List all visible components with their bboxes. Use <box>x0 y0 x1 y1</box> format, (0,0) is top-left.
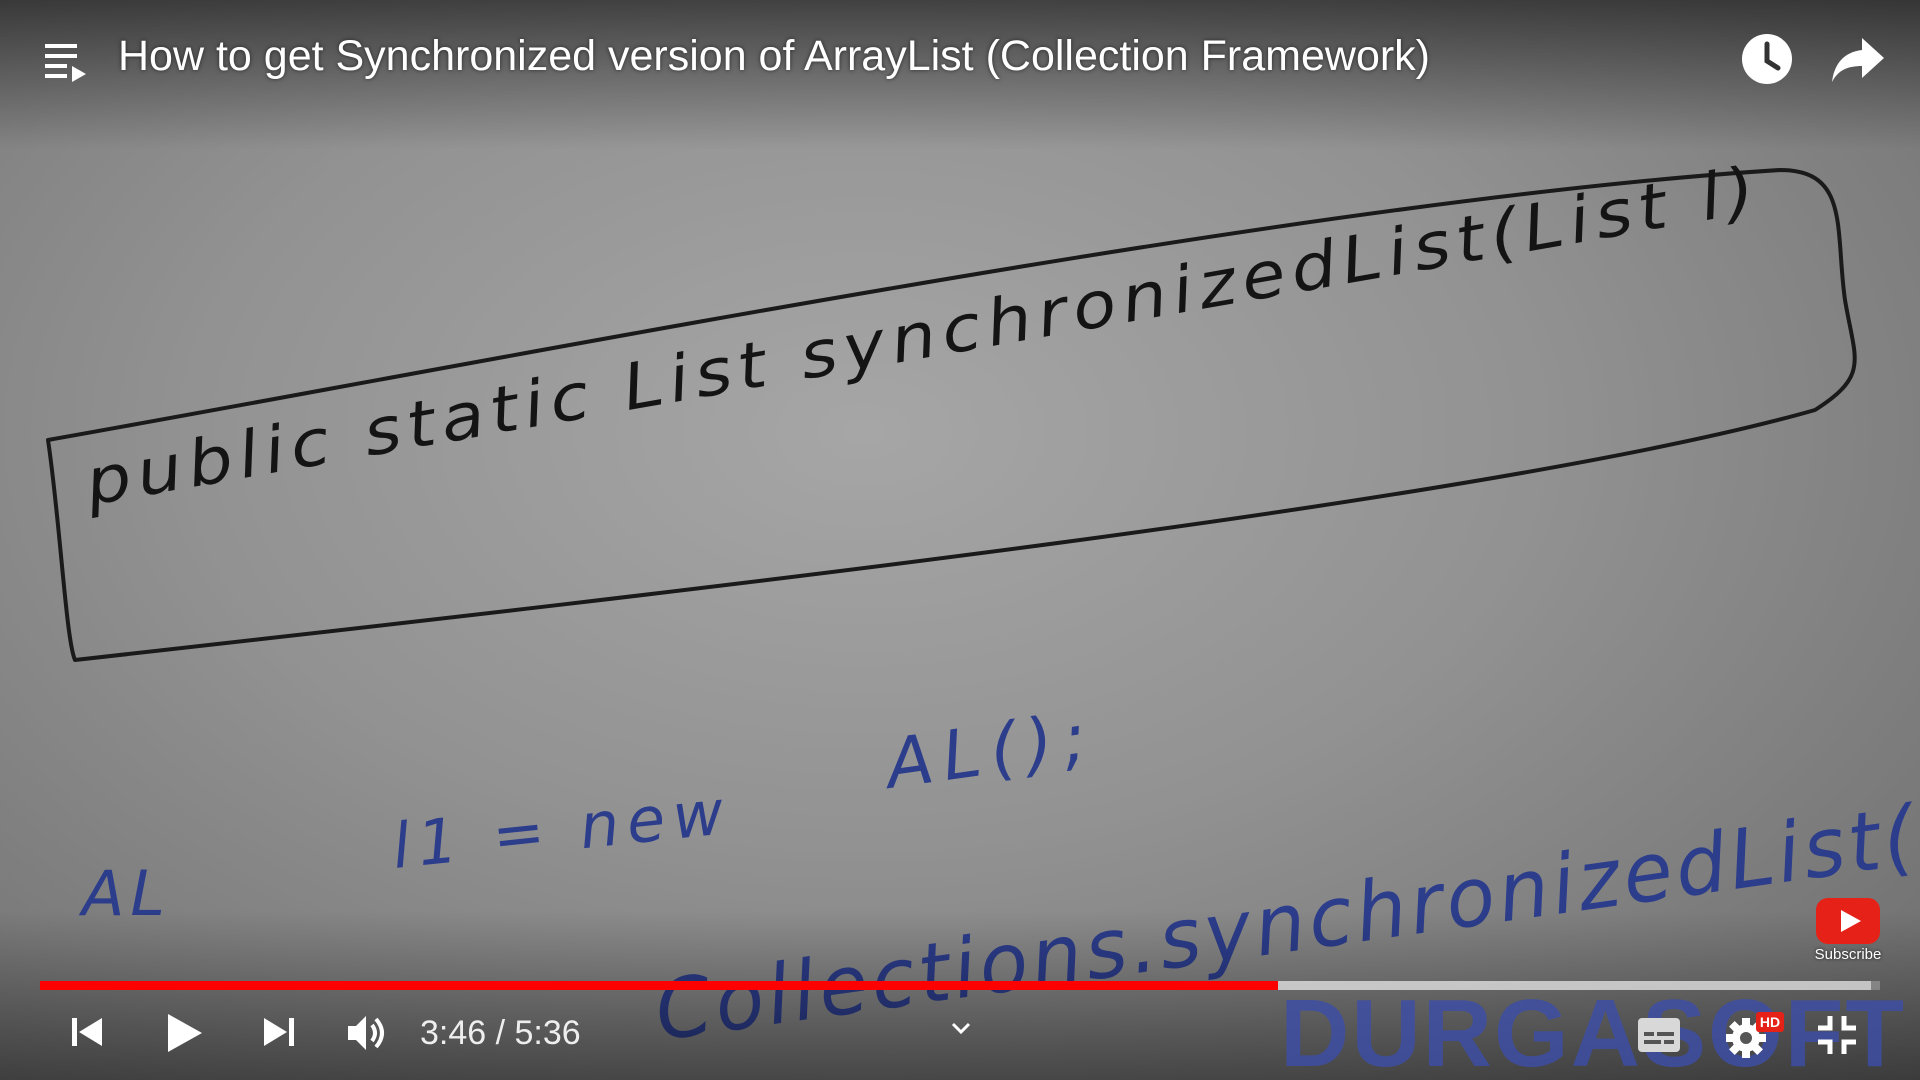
youtube-logo-icon <box>1816 898 1880 944</box>
next-button[interactable] <box>258 1012 298 1052</box>
board-boxed-line: public static List synchronizedList(List… <box>79 153 1767 521</box>
progress-played <box>40 981 1279 990</box>
subscribe-button[interactable]: Subscribe <box>1812 898 1884 968</box>
exit-fullscreen-icon <box>1818 1016 1856 1054</box>
play-button[interactable] <box>162 1010 206 1056</box>
subscribe-label: Subscribe <box>1814 946 1882 963</box>
subtitles-button[interactable] <box>1636 1016 1682 1054</box>
play-icon <box>168 1014 202 1052</box>
previous-button[interactable] <box>68 1012 108 1052</box>
share-icon[interactable] <box>1830 34 1886 84</box>
board-line2-right: AL(); <box>877 697 1100 805</box>
volume-button[interactable] <box>344 1010 390 1056</box>
channel-watermark: DURGASOFT <box>1280 980 1906 1080</box>
subtitles-icon <box>1638 1018 1680 1052</box>
watch-later-icon[interactable] <box>1740 32 1794 86</box>
time-display: 3:46 / 5:36 <box>420 1014 581 1052</box>
video-title[interactable]: How to get Synchronized version of Array… <box>118 32 1430 81</box>
exit-fullscreen-button[interactable] <box>1816 1014 1858 1056</box>
video-player[interactable]: public static List synchronizedList(List… <box>0 0 1920 1080</box>
previous-icon <box>72 1018 102 1046</box>
volume-icon <box>348 1016 384 1050</box>
progress-bar[interactable] <box>40 981 1880 990</box>
chevron-down-icon[interactable] <box>950 1018 972 1038</box>
hd-badge: HD <box>1760 1014 1780 1030</box>
playlist-icon[interactable] <box>40 36 90 86</box>
title-bar: How to get Synchronized version of Array… <box>0 0 1920 120</box>
next-icon <box>264 1018 294 1046</box>
settings-button[interactable]: HD <box>1724 1010 1786 1060</box>
settings-icon: HD <box>1726 1012 1784 1058</box>
board-line2-mid: l1 = new <box>389 775 735 883</box>
